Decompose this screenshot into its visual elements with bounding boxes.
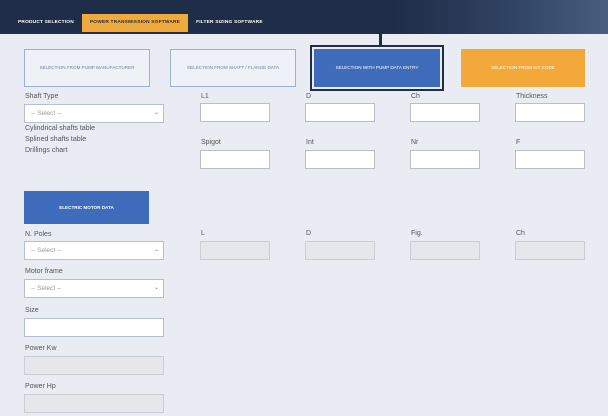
d-input[interactable] — [305, 103, 375, 122]
field-label-ch: Ch — [411, 93, 420, 100]
motor-l-input — [200, 241, 270, 260]
chevron-down-icon: ⌄ — [153, 110, 159, 116]
field-label-l1: L1 — [201, 93, 209, 100]
spigot-input[interactable] — [200, 150, 270, 169]
field-label-spigot: Spigot — [201, 139, 221, 146]
splined-shafts-link[interactable]: Splined shafts table — [25, 136, 86, 143]
nr-input[interactable] — [410, 150, 480, 169]
motor-ch-input — [515, 241, 585, 260]
field-label-int: Int — [306, 139, 314, 146]
field-label-thickness: Thickness — [516, 93, 548, 100]
cylindrical-shafts-link[interactable]: Cylindrical shafts table — [25, 125, 95, 132]
pointer-marker — [379, 0, 382, 45]
motor-label-l: L — [201, 230, 205, 237]
poles-select-value: -- Select -- — [31, 247, 62, 254]
size-input[interactable] — [24, 318, 164, 337]
power-hp-input — [24, 394, 164, 413]
selection-with-pump-data-button[interactable]: Selection with pump data entry — [310, 45, 444, 91]
f-input[interactable] — [515, 150, 585, 169]
motor-frame-select-value: -- Select -- — [31, 285, 62, 292]
poles-label: N. Poles — [25, 231, 52, 238]
tab-product-selection[interactable]: Product Selection — [10, 14, 82, 32]
drillings-chart-link[interactable]: Drillings chart — [25, 147, 67, 154]
motor-frame-select[interactable]: -- Select -- ⌄ — [24, 279, 164, 298]
field-label-f: F — [516, 139, 521, 146]
field-label-nr: Nr — [411, 139, 419, 146]
tab-power-transmission[interactable]: Power Transmission Software — [81, 14, 189, 32]
selection-from-kit-code-button[interactable]: Selection from kit code — [461, 49, 585, 87]
l1-input[interactable] — [200, 103, 270, 122]
motor-d-input — [305, 241, 375, 260]
poles-select[interactable]: -- Select -- ⌄ — [24, 241, 164, 260]
selection-from-pump-manufacturer-button[interactable]: Selection from pump manufacturer — [24, 49, 150, 87]
thickness-input[interactable] — [515, 103, 585, 122]
selection-from-shaft-flange-button[interactable]: Selection from shaft / flange data — [170, 49, 296, 87]
power-kw-label: Power Kw — [25, 345, 57, 352]
power-hp-label: Power Hp — [25, 383, 56, 390]
ch-input[interactable] — [410, 103, 480, 122]
shaft-type-select[interactable]: -- Select -- ⌄ — [24, 104, 164, 123]
electric-motor-data-button[interactable]: Electric motor data — [24, 191, 149, 224]
shaft-type-select-value: -- Select -- — [31, 110, 62, 117]
motor-label-ch: Ch — [516, 230, 525, 237]
int-input[interactable] — [305, 150, 375, 169]
motor-frame-label: Motor frame — [25, 268, 63, 275]
motor-label-fig: Fig. — [411, 230, 423, 237]
shaft-type-label: Shaft Type — [25, 93, 59, 100]
motor-fig-input — [410, 241, 480, 260]
tab-filter-sizing[interactable]: Filter Sizing Software — [188, 14, 271, 32]
tab-bar: Product Selection Power Transmission Sof… — [10, 14, 271, 32]
chevron-down-icon: ⌄ — [153, 285, 159, 291]
power-kw-input — [24, 356, 164, 375]
chevron-down-icon: ⌄ — [153, 247, 159, 253]
field-label-d: D — [306, 93, 312, 100]
size-label: Size — [25, 307, 39, 314]
motor-label-d: D — [306, 230, 312, 237]
